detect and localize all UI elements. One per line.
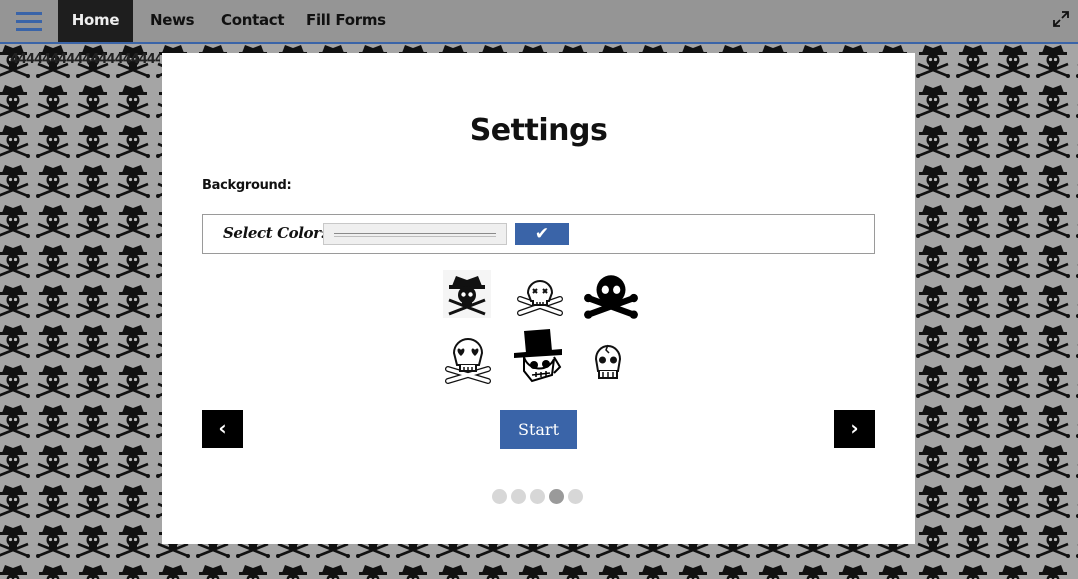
- color-selector-panel: Select Color: ✔: [202, 214, 875, 254]
- modal-title: Settings: [469, 113, 608, 148]
- hamburger-menu-icon[interactable]: [0, 0, 58, 42]
- skull-options: [440, 269, 640, 393]
- pagination-dots: [492, 489, 587, 505]
- skull-crossbones-solid-icon[interactable]: [582, 267, 640, 325]
- pagination-dot[interactable]: [530, 489, 545, 504]
- skull-crossbones-outline-icon[interactable]: [512, 269, 568, 325]
- confirm-color-button[interactable]: ✔: [515, 223, 569, 245]
- top-navigation: Home News Contact Fill Forms: [0, 0, 1078, 44]
- pagination-dot[interactable]: [511, 489, 526, 504]
- expand-icon[interactable]: [1052, 10, 1070, 28]
- color-input[interactable]: [323, 223, 507, 245]
- settings-modal: Settings Background: Select Color: ✔ ‹ S…: [162, 53, 915, 544]
- select-color-label: Select Color:: [223, 224, 326, 242]
- skull-crossbones-heart-eyes-icon[interactable]: [440, 333, 496, 389]
- background-text: 4444444444444444444: [10, 52, 160, 67]
- pirate-skull-icon[interactable]: [442, 269, 492, 319]
- nav-news[interactable]: News: [150, 0, 195, 42]
- small-skull-icon[interactable]: [590, 341, 626, 385]
- next-button[interactable]: ›: [834, 410, 875, 448]
- pagination-dot[interactable]: [492, 489, 507, 504]
- background-label: Background:: [202, 178, 292, 193]
- nav-fill-forms[interactable]: Fill Forms: [306, 0, 386, 42]
- nav-home[interactable]: Home: [58, 0, 133, 42]
- nav-contact[interactable]: Contact: [221, 0, 285, 42]
- top-hat-skull-icon[interactable]: [510, 327, 566, 391]
- pagination-dot-active[interactable]: [549, 489, 564, 504]
- start-button[interactable]: Start: [500, 410, 577, 449]
- pagination-dot[interactable]: [568, 489, 583, 504]
- previous-button[interactable]: ‹: [202, 410, 243, 448]
